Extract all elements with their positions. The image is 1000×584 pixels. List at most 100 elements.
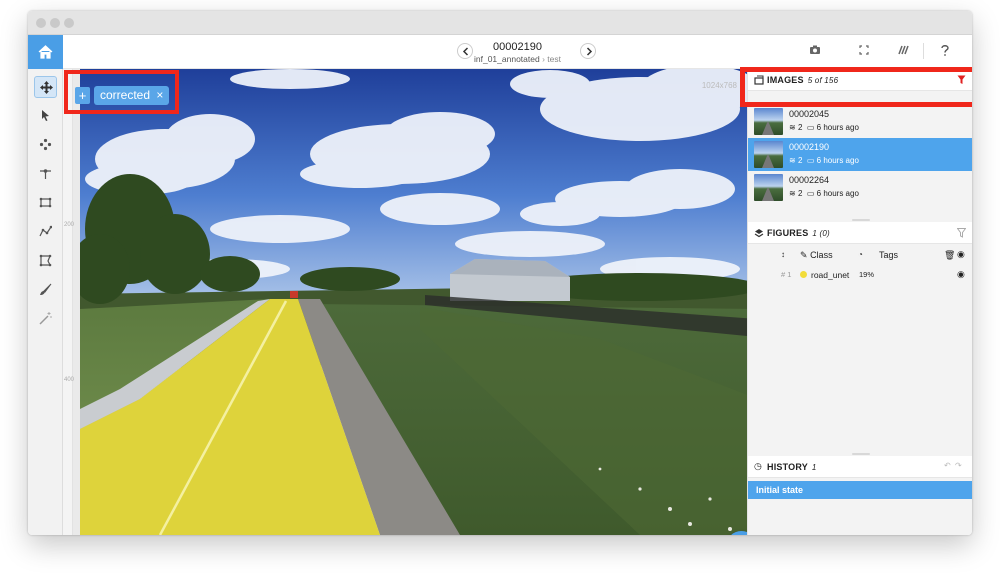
area-pie-icon: ◔	[858, 250, 863, 259]
image-thumbnail	[754, 141, 783, 168]
toolbar-divider	[923, 43, 924, 59]
top-toolbar: 00002190 inf_01_annotated › test	[63, 35, 972, 69]
image-figure-count: 2	[797, 156, 803, 165]
image-list-meta: ≋ 2 ▭ 6 hours ago	[789, 189, 859, 198]
image-list-item-selected[interactable]: 00002190 ≋ 2 ▭ 6 hours ago	[748, 138, 972, 171]
figures-title: FIGURES 1 (0)	[767, 228, 830, 238]
breadcrumb-project[interactable]: inf_01_annotated	[474, 54, 540, 64]
logout-icon[interactable]	[971, 44, 972, 56]
layers-icon: ≋	[789, 189, 796, 198]
window-close-dot[interactable]	[36, 18, 46, 28]
point-tool-icon	[40, 169, 51, 179]
history-title-text: HISTORY	[767, 462, 808, 472]
image-list-item[interactable]: 00002264 ≋ 2 ▭ 6 hours ago	[748, 171, 972, 204]
brush-icon	[40, 283, 52, 295]
class-column-header[interactable]: ✎ Class	[800, 250, 833, 261]
polyline-tool[interactable]	[34, 221, 57, 243]
eye-icon[interactable]: ◉	[957, 269, 965, 280]
figures-header: FIGURES 1 (0)	[748, 222, 972, 244]
brush-tool[interactable]	[34, 279, 57, 301]
polygon-tool[interactable]	[34, 250, 57, 272]
undo-icon[interactable]: ↶	[944, 461, 951, 470]
eye-icon[interactable]: ◉	[957, 249, 965, 260]
app-window: 00002190 inf_01_annotated › test 200 400	[28, 11, 972, 535]
add-tag-button[interactable]: +	[75, 87, 90, 104]
images-panel-highlight	[740, 67, 972, 107]
layers-icon: ≋	[789, 123, 796, 132]
history-header: ◷ HISTORY 1 ↶ ↷	[748, 456, 972, 478]
move-icon	[40, 81, 53, 94]
home-button[interactable]	[28, 35, 63, 69]
history-item[interactable]: Initial state	[748, 481, 972, 499]
fullscreen-icon[interactable]	[858, 44, 870, 56]
image-time: 6 hours ago	[816, 156, 859, 165]
rectangle-tool[interactable]	[34, 192, 57, 214]
figures-count: 1 (0)	[812, 229, 830, 238]
window-zoom-dot[interactable]	[64, 18, 74, 28]
select-tool[interactable]	[34, 105, 57, 127]
home-icon	[38, 45, 53, 59]
figures-title-text: FIGURES	[767, 228, 809, 238]
move-tool[interactable]	[34, 76, 57, 98]
right-panel: IMAGES 5 of 156 00002045 ≋ 2 ▭ 6 hours ag…	[740, 67, 972, 535]
image-figure-count: 2	[797, 123, 803, 132]
brush-settings-icon[interactable]	[897, 44, 910, 56]
chevron-right-icon	[586, 47, 593, 56]
annotation-canvas[interactable]: 200 400 1024x768	[63, 69, 747, 535]
figure-area: 19%	[859, 270, 875, 279]
class-column-label: Class	[810, 250, 833, 260]
image-list-item[interactable]: 00002045 ≋ 2 ▭ 6 hours ago	[748, 105, 972, 138]
road-photo[interactable]	[80, 69, 747, 535]
tag-chip-label: corrected	[100, 88, 151, 102]
breadcrumb-dataset[interactable]: test	[547, 54, 561, 64]
pointer-icon	[42, 110, 49, 121]
magic-wand-icon	[39, 312, 52, 325]
figures-resize-handle[interactable]	[852, 453, 870, 455]
polyline-icon	[39, 225, 52, 237]
calendar-icon: ▭	[806, 189, 815, 198]
image-list-name: 00002264	[789, 175, 830, 185]
image-list-meta: ≋ 2 ▭ 6 hours ago	[789, 123, 859, 132]
magic-wand-tool[interactable]	[34, 308, 57, 330]
tag-chip[interactable]: corrected ×	[94, 86, 170, 105]
image-list-name: 00002190	[789, 142, 830, 152]
trash-icon[interactable]: 🗑	[944, 250, 955, 261]
rectangle-icon	[39, 197, 52, 208]
image-time: 6 hours ago	[816, 123, 859, 132]
help-icon[interactable]	[940, 44, 950, 56]
image-size-label: 1024x768	[701, 81, 737, 90]
history-title: HISTORY 1	[767, 462, 817, 472]
figures-icon	[754, 229, 764, 238]
pencil-icon: ✎	[800, 250, 808, 260]
image-figure-count: 2	[797, 189, 803, 198]
figures-table-header: ↕ ✎ Class ◔ Tags 🗑 ◉	[748, 248, 972, 264]
breadcrumb: inf_01_annotated › test	[63, 54, 972, 64]
calendar-icon: ▭	[806, 123, 815, 132]
breadcrumb-separator: ›	[542, 54, 545, 64]
point-tool[interactable]	[34, 163, 57, 185]
window-minimize-dot[interactable]	[50, 18, 60, 28]
images-resize-handle[interactable]	[852, 219, 870, 221]
ruler-mark: 200	[64, 222, 75, 228]
tool-sidebar	[28, 35, 63, 535]
class-color-dot	[800, 271, 807, 278]
filter-icon[interactable]	[957, 228, 966, 238]
sort-icon[interactable]: ↕	[781, 250, 785, 259]
next-image-button[interactable]	[580, 43, 596, 59]
history-item-label: Initial state	[756, 485, 804, 495]
image-thumbnail	[754, 108, 783, 135]
redo-icon[interactable]: ↷	[955, 461, 962, 470]
image-tags-highlight: + corrected ×	[64, 70, 179, 114]
ruler-mark: 400	[64, 377, 75, 383]
tags-column-header: Tags	[879, 250, 899, 260]
window-titlebar	[28, 11, 972, 35]
figure-row[interactable]: # 1 road_unet 19% ◉	[748, 267, 972, 283]
layers-icon: ≋	[789, 156, 796, 165]
polygon-icon	[39, 254, 52, 267]
image-name: 00002190	[493, 41, 542, 53]
smart-tool[interactable]	[34, 134, 57, 156]
remove-tag-icon[interactable]: ×	[156, 88, 163, 102]
vertical-ruler: 200 400	[63, 69, 75, 535]
camera-icon[interactable]	[809, 44, 821, 56]
smart-tool-icon	[39, 138, 52, 151]
